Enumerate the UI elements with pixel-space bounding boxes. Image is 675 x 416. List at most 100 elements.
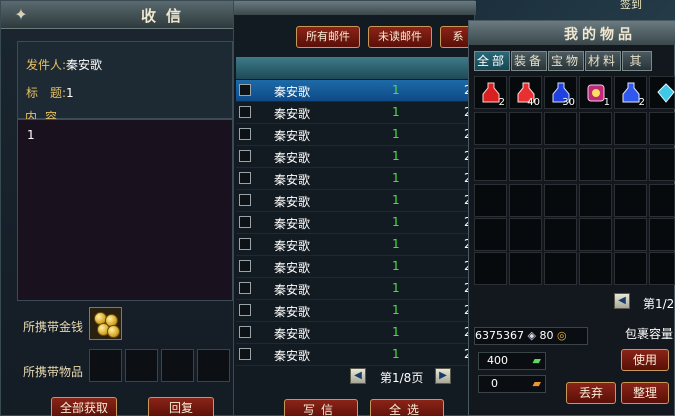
inventory-slot[interactable] [649, 252, 675, 285]
read-mail-title-bar[interactable]: ✦ 收信 [1, 1, 239, 29]
attach-item-slot[interactable] [89, 349, 122, 382]
inventory-slot[interactable]: 40 [509, 76, 542, 109]
sign-in-label[interactable]: 签到 [620, 0, 675, 11]
inventory-slot[interactable] [579, 184, 612, 217]
inventory-slot[interactable]: 2 [614, 76, 647, 109]
mail-row[interactable]: 秦安歌 1 2 [236, 278, 476, 300]
inventory-slot[interactable] [579, 252, 612, 285]
mail-next-page-icon[interactable]: ▶ [435, 368, 451, 384]
inventory-slot[interactable] [509, 148, 542, 181]
row-checkbox[interactable] [239, 282, 251, 294]
inventory-slot[interactable] [509, 218, 542, 251]
inventory-title: 我的物品 [564, 27, 636, 43]
inventory-slot[interactable] [649, 112, 675, 145]
attach-item-slot[interactable] [125, 349, 158, 382]
inventory-title-bar[interactable]: 我的物品 [469, 21, 675, 45]
inventory-slot[interactable] [614, 184, 647, 217]
inventory-slot[interactable] [544, 218, 577, 251]
mail-row[interactable]: 秦安歌 1 2 [236, 234, 476, 256]
take-all-button[interactable]: 全部获取 [51, 397, 117, 416]
row-sender: 秦安歌 [274, 327, 311, 341]
inventory-slot[interactable]: 2 [474, 76, 507, 109]
inventory-slot[interactable] [614, 218, 647, 251]
read-mail-window: ✦ 收信 发件人:秦安歌 标 题:1 内容 1 所携带金钱 所携带物品 全部获取… [0, 0, 239, 416]
mail-row[interactable]: 秦安歌 1 2 [236, 168, 476, 190]
mail-row[interactable]: 秦安歌 1 2 [236, 256, 476, 278]
inventory-slot[interactable] [474, 184, 507, 217]
inventory-slot[interactable] [649, 218, 675, 251]
row-checkbox[interactable] [239, 260, 251, 272]
row-sender: 秦安歌 [274, 195, 311, 209]
mail-row[interactable]: 秦安歌 1 2 [236, 300, 476, 322]
mail-row[interactable]: 秦安歌 1 2 [236, 212, 476, 234]
mail-row[interactable]: 秦安歌 1 2 [236, 146, 476, 168]
mailbox-title-bar[interactable] [234, 1, 476, 15]
inventory-slot[interactable] [474, 148, 507, 181]
row-count: 1 [392, 237, 400, 251]
attach-item-slot[interactable] [197, 349, 230, 382]
row-checkbox[interactable] [239, 238, 251, 250]
inventory-slot[interactable] [544, 112, 577, 145]
row-count: 1 [392, 281, 400, 295]
inventory-slot[interactable] [474, 252, 507, 285]
mail-row[interactable]: 秦安歌 1 2 [236, 80, 476, 102]
mail-row[interactable]: 秦安歌 1 2 [236, 102, 476, 124]
mail-row[interactable]: 秦安歌 1 2 [236, 322, 476, 344]
filter-unread-mail-button[interactable]: 未读邮件 [368, 26, 432, 48]
mail-row[interactable]: 秦安歌 1 2 [236, 190, 476, 212]
filter-all-mail-button[interactable]: 所有邮件 [296, 26, 360, 48]
cyan-gem-icon [657, 83, 675, 103]
row-checkbox[interactable] [239, 106, 251, 118]
row-checkbox[interactable] [239, 172, 251, 184]
inventory-slot[interactable] [614, 252, 647, 285]
row-checkbox[interactable] [239, 194, 251, 206]
reply-button[interactable]: 回复 [148, 397, 214, 416]
select-all-button[interactable]: 全选 [370, 399, 444, 416]
inventory-slot[interactable] [579, 148, 612, 181]
inventory-slot[interactable] [544, 184, 577, 217]
mailbox-window: 所有邮件 未读邮件 系 秦安歌 1 2 秦安歌 1 2 秦安歌 1 2 秦安歌 … [233, 0, 476, 416]
tab-all[interactable]: 全部 [474, 51, 510, 71]
inventory-slot[interactable] [649, 148, 675, 181]
inventory-slot[interactable] [474, 112, 507, 145]
sort-button[interactable]: 整理 [621, 382, 669, 404]
tab-treasure[interactable]: 宝物 [548, 51, 584, 71]
use-button[interactable]: 使用 [621, 349, 669, 371]
row-count: 1 [392, 105, 400, 119]
sender-line: 发件人:秦安歌 [26, 56, 102, 73]
inventory-prev-page-icon[interactable]: ◀ [614, 293, 630, 309]
inventory-slot[interactable] [579, 218, 612, 251]
inventory-slot[interactable] [509, 112, 542, 145]
inventory-slot[interactable]: 1 [579, 76, 612, 109]
mail-row[interactable]: 秦安歌 1 2 [236, 344, 476, 366]
row-checkbox[interactable] [239, 348, 251, 360]
row-checkbox[interactable] [239, 216, 251, 228]
ticket-panel: 400 ▰ [478, 352, 546, 370]
mail-row[interactable]: 秦安歌 1 2 [236, 124, 476, 146]
inventory-slot[interactable]: 30 [544, 76, 577, 109]
mail-prev-page-icon[interactable]: ◀ [350, 368, 366, 384]
write-mail-button[interactable]: 写信 [284, 399, 358, 416]
tab-equipment[interactable]: 装备 [511, 51, 547, 71]
tab-other[interactable]: 其 [622, 51, 652, 71]
row-checkbox[interactable] [239, 326, 251, 338]
inventory-slot[interactable] [614, 148, 647, 181]
row-checkbox[interactable] [239, 128, 251, 140]
tab-materials[interactable]: 材料 [585, 51, 621, 71]
inventory-slot[interactable] [474, 218, 507, 251]
inventory-slot[interactable] [649, 184, 675, 217]
inventory-slot[interactable] [649, 76, 675, 109]
inventory-slot[interactable] [509, 184, 542, 217]
inventory-slot[interactable] [544, 148, 577, 181]
inventory-slot[interactable] [509, 252, 542, 285]
inventory-slot[interactable] [544, 252, 577, 285]
inventory-slot[interactable] [614, 112, 647, 145]
attach-item-slot[interactable] [161, 349, 194, 382]
row-checkbox[interactable] [239, 304, 251, 316]
gold-coins-icon[interactable] [89, 307, 122, 340]
row-checkbox[interactable] [239, 150, 251, 162]
row-checkbox[interactable] [239, 84, 251, 96]
sender-label: 发件人: [26, 58, 67, 72]
inventory-slot[interactable] [579, 112, 612, 145]
drop-button[interactable]: 丢弃 [566, 382, 616, 404]
